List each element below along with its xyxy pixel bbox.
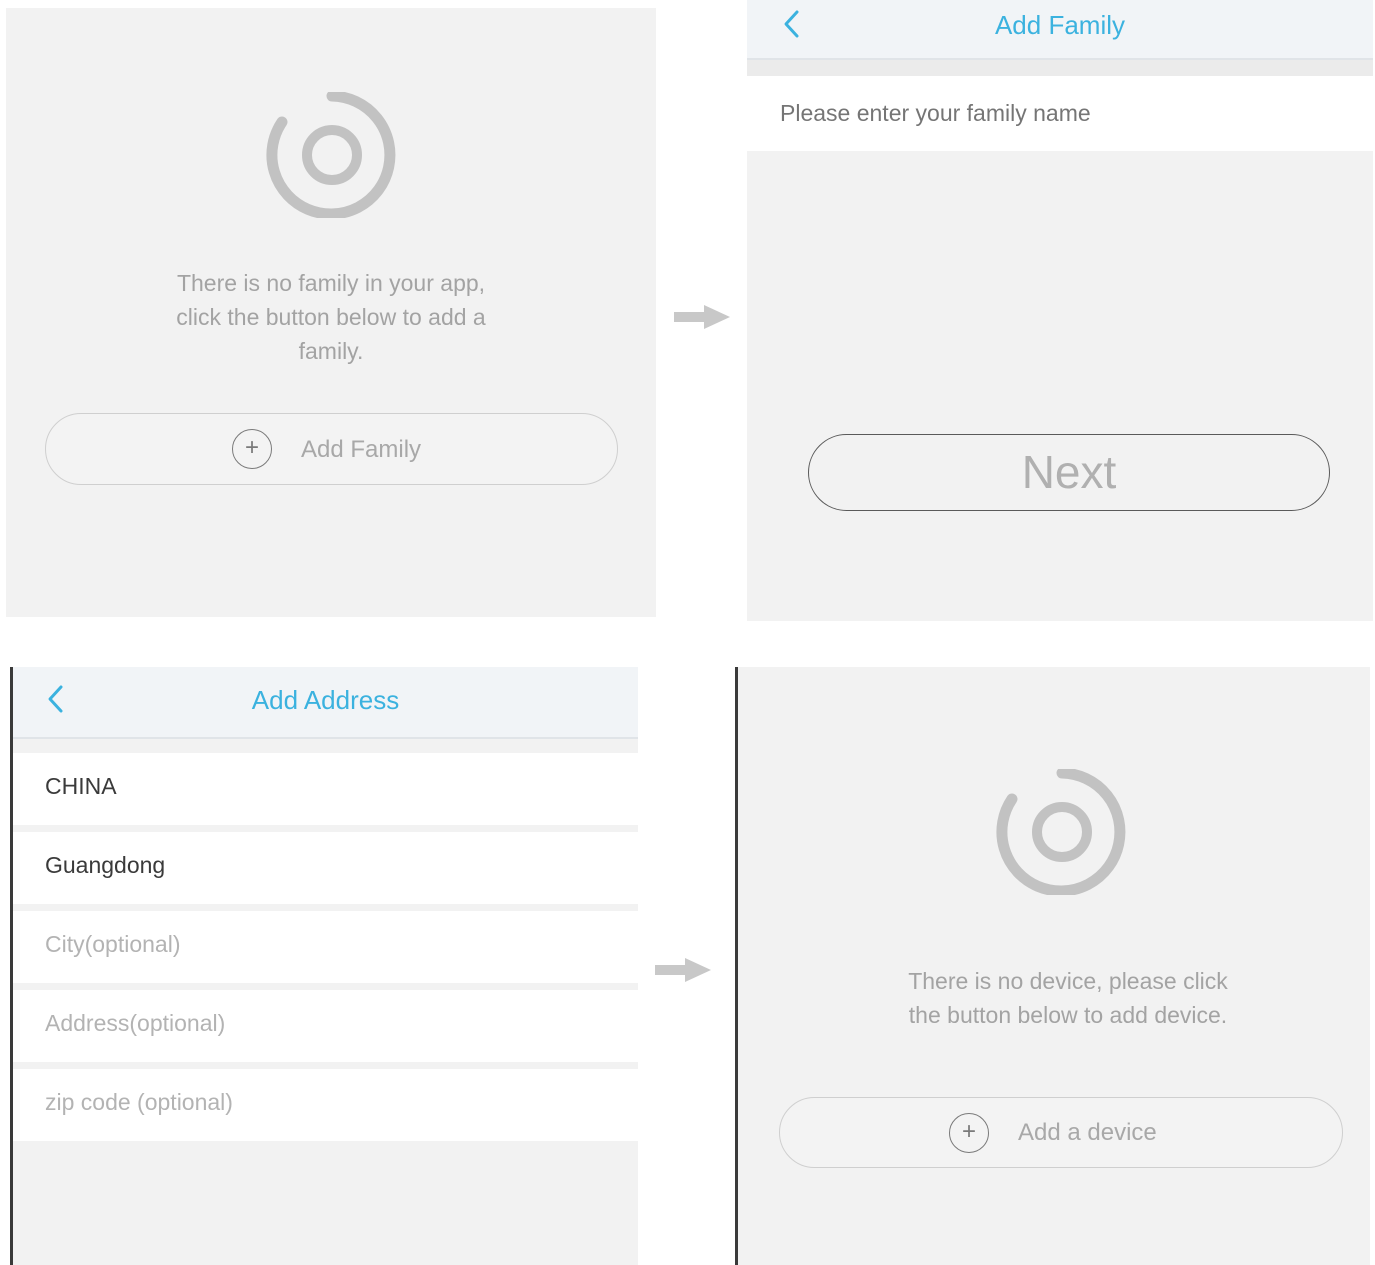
screen-no-family: There is no family in your app, click th…	[6, 8, 656, 617]
ring-logo-icon	[266, 92, 396, 218]
empty-device-message: There is no device, please click the but…	[848, 964, 1288, 1032]
country-value: CHINA	[45, 773, 117, 799]
arrow-right-icon	[655, 958, 711, 982]
message-line: click the button below to add a	[176, 304, 486, 330]
zip-code-field[interactable]: zip code (optional)	[13, 1069, 638, 1141]
message-line: family.	[298, 338, 364, 364]
screen-add-family: Add Family Next	[747, 0, 1373, 621]
city-placeholder: City(optional)	[45, 931, 181, 957]
country-field[interactable]: CHINA	[13, 753, 638, 825]
add-family-button[interactable]: + Add Family	[45, 413, 618, 485]
screen-add-address: Add Address CHINA Guangdong City(optiona…	[10, 667, 638, 1265]
city-field[interactable]: City(optional)	[13, 911, 638, 983]
message-line: There is no device, please click	[908, 968, 1228, 994]
page-title: Add Address	[251, 685, 400, 715]
screen-no-device: There is no device, please click the but…	[735, 667, 1370, 1265]
zip-code-placeholder: zip code (optional)	[45, 1089, 233, 1115]
plus-circle-icon: +	[949, 1113, 989, 1153]
province-field[interactable]: Guangdong	[13, 832, 638, 904]
message-line: There is no family in your app,	[176, 270, 486, 296]
empty-family-message: There is no family in your app, click th…	[106, 266, 556, 368]
divider	[747, 60, 1373, 76]
arrow-right-icon	[674, 305, 730, 329]
add-family-label: Add Family	[301, 436, 422, 463]
next-button[interactable]: Next	[808, 434, 1330, 511]
message-line: the button below to add device.	[908, 1002, 1228, 1028]
add-device-button[interactable]: + Add a device	[779, 1097, 1343, 1168]
province-value: Guangdong	[45, 852, 166, 878]
add-device-label: Add a device	[1018, 1119, 1157, 1146]
nav-bar: Add Family	[747, 0, 1373, 60]
address-field[interactable]: Address(optional)	[13, 990, 638, 1062]
nav-bar: Add Address	[13, 667, 638, 739]
family-name-input[interactable]	[747, 76, 1373, 151]
ring-logo-icon	[996, 769, 1126, 895]
plus-circle-icon: +	[232, 429, 272, 469]
address-placeholder: Address(optional)	[45, 1010, 226, 1036]
page-title: Add Family	[994, 10, 1126, 40]
